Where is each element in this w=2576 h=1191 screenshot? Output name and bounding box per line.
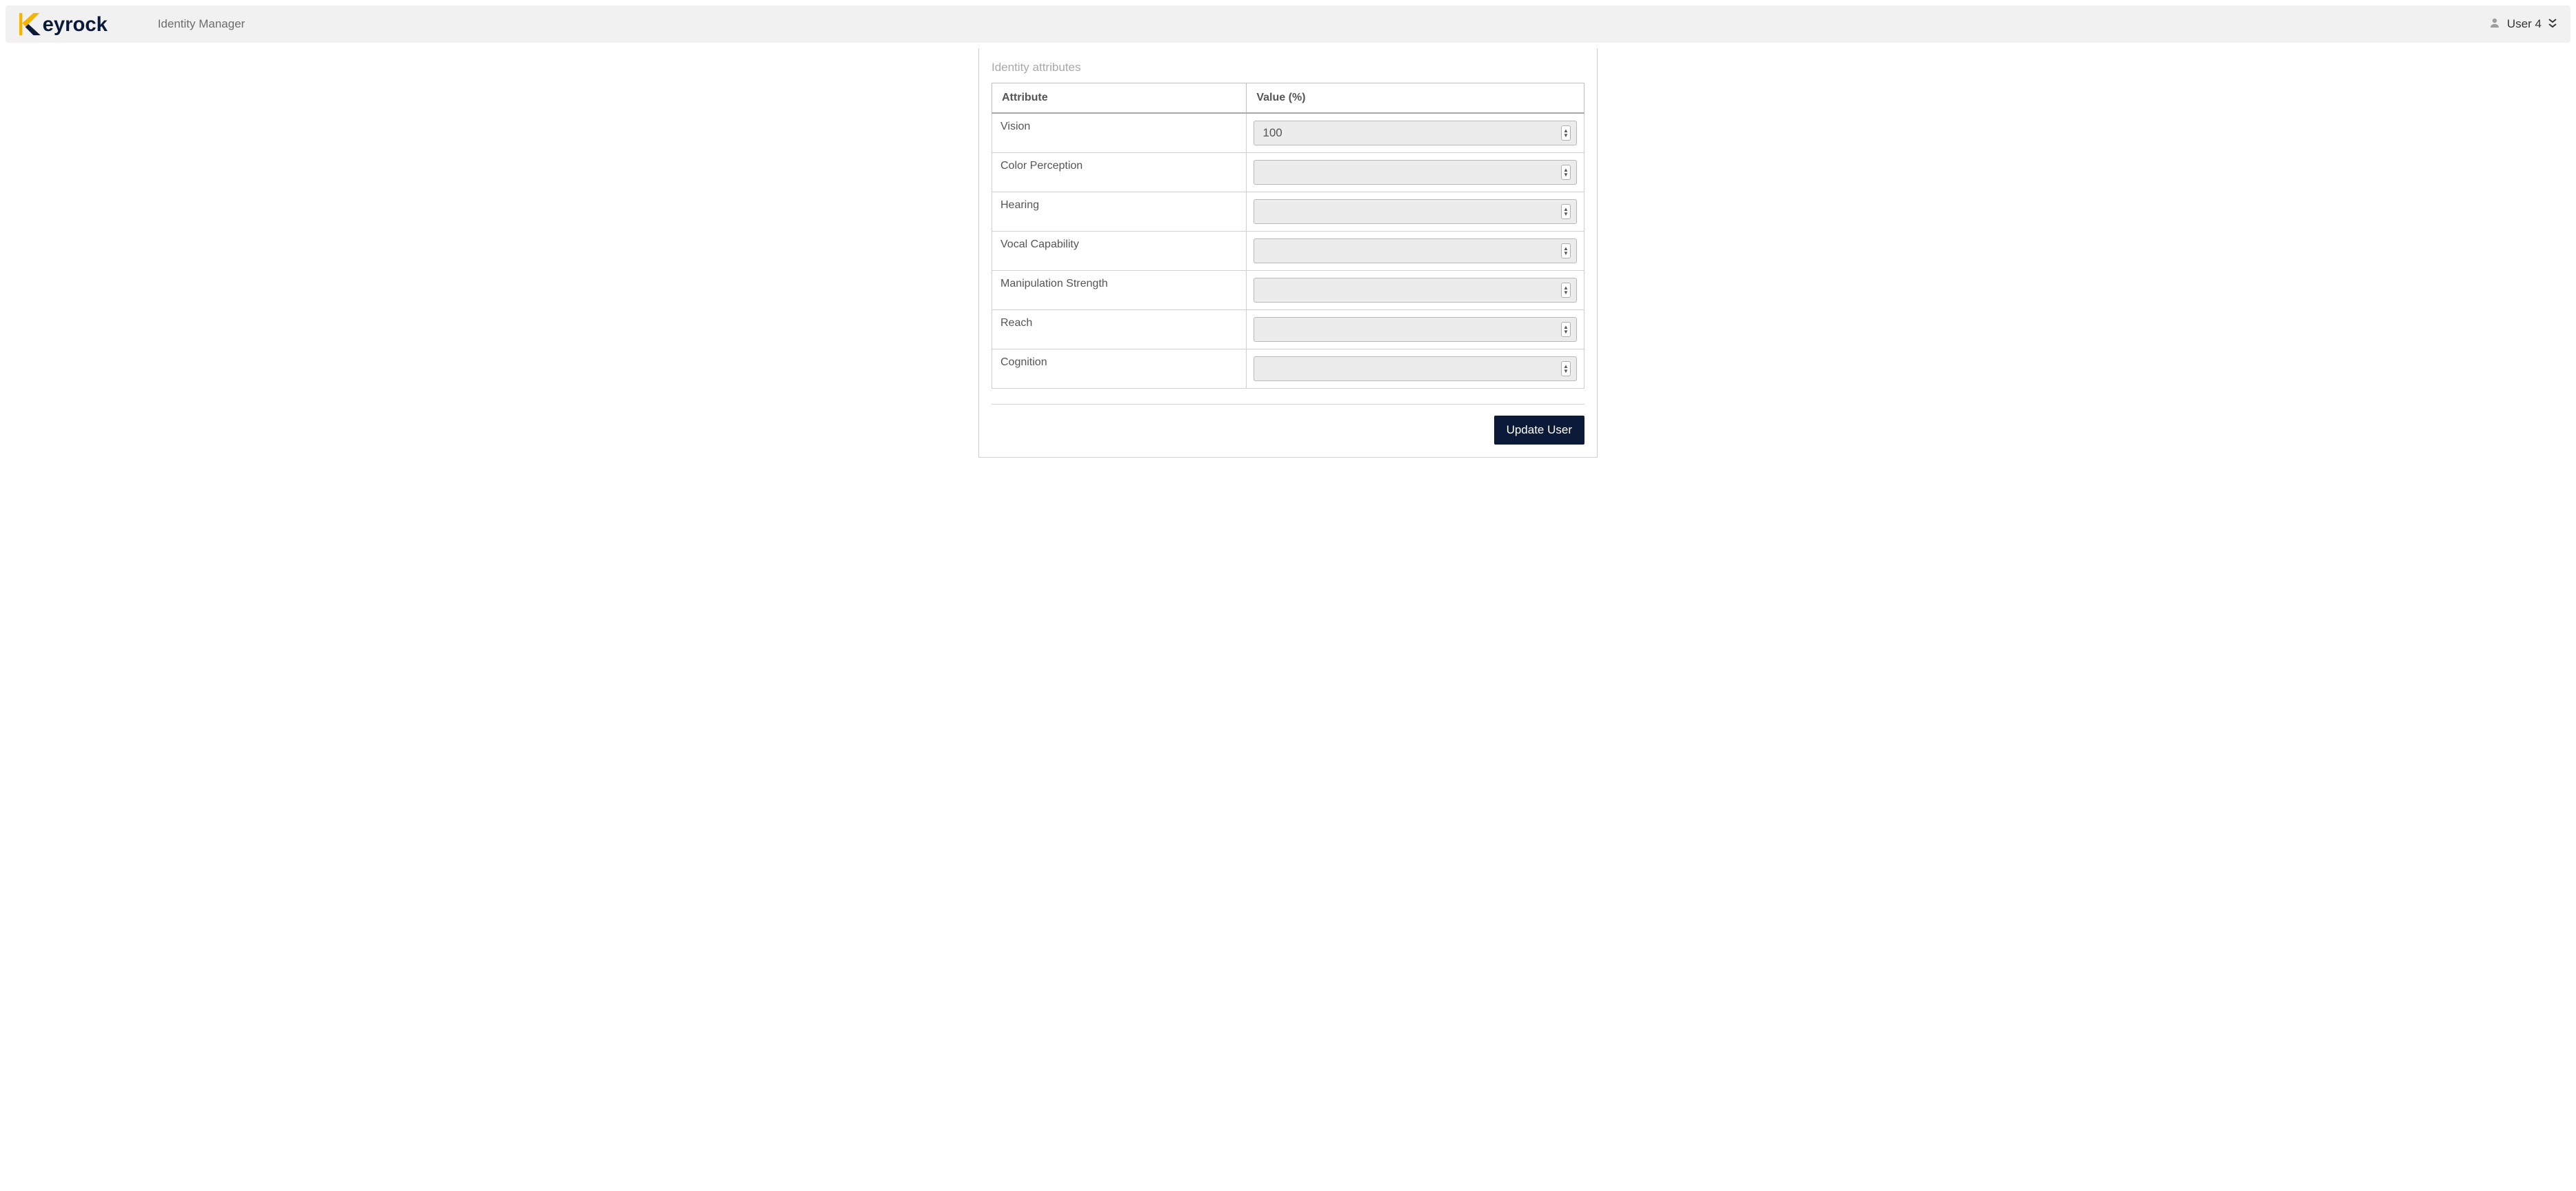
value-stepper[interactable]: 100 ▲▼	[1254, 121, 1577, 145]
table-row: Color Perception ▲▼	[992, 153, 1584, 192]
attr-name-cell: Vision	[992, 113, 1247, 153]
user-label: User 4	[2507, 17, 2542, 31]
stepper-icon[interactable]: ▲▼	[1561, 361, 1571, 376]
topbar: eyrock Identity Manager User 4	[6, 6, 2570, 43]
section-title: Identity attributes	[992, 48, 1584, 83]
attr-name-cell: Color Perception	[992, 153, 1247, 192]
attr-name-cell: Reach	[992, 310, 1247, 349]
table-row: Reach ▲▼	[992, 310, 1584, 349]
main-area: Identity attributes Attribute Value (%) …	[0, 48, 2576, 458]
stepper-icon[interactable]: ▲▼	[1561, 322, 1571, 337]
value-stepper[interactable]: ▲▼	[1254, 356, 1577, 381]
value-stepper[interactable]: ▲▼	[1254, 238, 1577, 263]
form-actions: Update User	[992, 416, 1584, 445]
user-icon	[2489, 17, 2500, 32]
value-stepper[interactable]: ▲▼	[1254, 199, 1577, 224]
value-stepper[interactable]: ▲▼	[1254, 317, 1577, 342]
brand-subtitle: Identity Manager	[158, 17, 245, 31]
attr-value-cell: ▲▼	[1247, 310, 1584, 349]
attributes-panel: Identity attributes Attribute Value (%) …	[978, 48, 1598, 458]
attr-value-cell: ▲▼	[1247, 232, 1584, 271]
keyrock-logo: eyrock	[19, 11, 145, 37]
divider	[992, 404, 1584, 405]
value-text: 100	[1262, 126, 1282, 140]
value-stepper[interactable]: ▲▼	[1254, 278, 1577, 303]
table-row: Vision 100 ▲▼	[992, 113, 1584, 153]
col-header-attribute: Attribute	[992, 83, 1247, 114]
stepper-icon[interactable]: ▲▼	[1561, 165, 1571, 180]
brand: eyrock Identity Manager	[19, 11, 245, 37]
table-row: Vocal Capability ▲▼	[992, 232, 1584, 271]
update-user-button[interactable]: Update User	[1494, 416, 1584, 445]
attr-value-cell: 100 ▲▼	[1247, 113, 1584, 153]
chevron-double-down-icon	[2548, 19, 2557, 30]
attr-name-cell: Manipulation Strength	[992, 271, 1247, 310]
svg-text:eyrock: eyrock	[43, 14, 108, 36]
user-menu[interactable]: User 4	[2489, 17, 2557, 32]
table-row: Cognition ▲▼	[992, 349, 1584, 389]
attr-value-cell: ▲▼	[1247, 271, 1584, 310]
col-header-value: Value (%)	[1247, 83, 1584, 114]
attributes-table: Attribute Value (%) Vision100▲▼Color Per…	[992, 83, 1584, 389]
attr-value-cell: ▲▼	[1247, 349, 1584, 389]
attr-value-cell: ▲▼	[1247, 192, 1584, 232]
attr-name-cell: Hearing	[992, 192, 1247, 232]
value-stepper[interactable]: ▲▼	[1254, 160, 1577, 185]
table-row: Hearing ▲▼	[992, 192, 1584, 232]
attr-name-cell: Vocal Capability	[992, 232, 1247, 271]
attr-value-cell: ▲▼	[1247, 153, 1584, 192]
stepper-icon[interactable]: ▲▼	[1561, 283, 1571, 298]
attr-name-cell: Cognition	[992, 349, 1247, 389]
stepper-icon[interactable]: ▲▼	[1561, 243, 1571, 258]
table-row: Manipulation Strength ▲▼	[992, 271, 1584, 310]
stepper-icon[interactable]: ▲▼	[1561, 125, 1571, 141]
stepper-icon[interactable]: ▲▼	[1561, 204, 1571, 219]
